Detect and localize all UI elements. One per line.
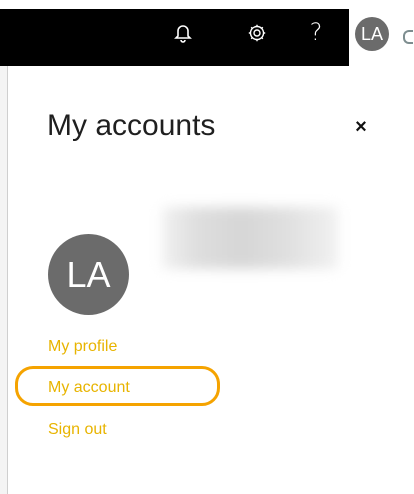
gear-icon [248, 24, 266, 42]
close-button[interactable]: × [352, 117, 370, 137]
help-button[interactable]: ? [305, 16, 327, 48]
top-bar: ? LA [0, 0, 414, 66]
notifications-button[interactable] [171, 18, 195, 48]
panel-title: My accounts [47, 109, 216, 142]
blurred-user-name [162, 207, 338, 269]
accounts-panel: My accounts × LA My profile My account S… [7, 66, 414, 494]
user-avatar-button[interactable]: LA [355, 17, 389, 51]
sign-out-link[interactable]: Sign out [48, 421, 107, 439]
my-account-link[interactable]: My account [48, 379, 130, 397]
settings-button[interactable] [243, 18, 271, 48]
avatar-edge-decoration [403, 30, 413, 44]
bell-icon [174, 25, 192, 43]
my-profile-link[interactable]: My profile [48, 338, 117, 356]
user-avatar-large: LA [48, 234, 129, 315]
